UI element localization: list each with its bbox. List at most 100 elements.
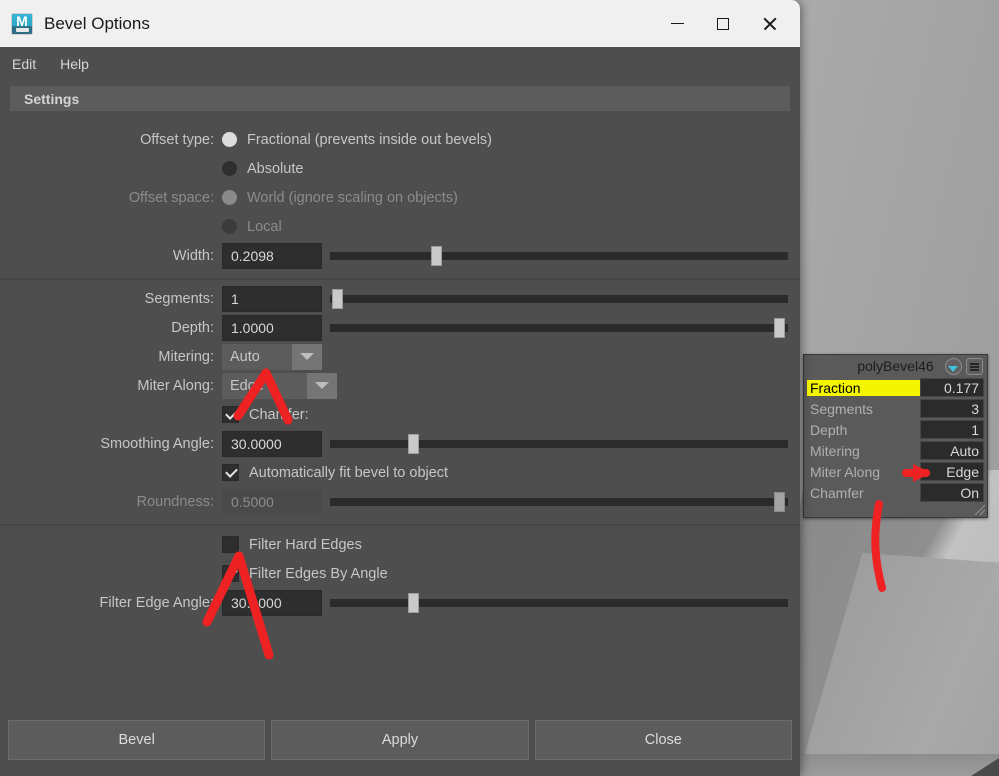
chevron-down-icon[interactable] — [292, 344, 322, 370]
filter-hard-edges-checkbox[interactable] — [222, 536, 239, 553]
segments-slider[interactable] — [330, 286, 788, 312]
channel-attr-name[interactable]: Depth — [807, 422, 920, 438]
mitering-label: Mitering: — [0, 349, 222, 365]
filter-group: Filter Hard Edges Filter Edges By Angle … — [0, 524, 800, 623]
settings-section-header[interactable]: Settings — [10, 86, 790, 111]
channel-row[interactable]: Depth 1 — [807, 419, 984, 440]
miter-along-dropdown[interactable]: Edge — [222, 373, 337, 399]
refresh-icon[interactable] — [945, 358, 962, 375]
depth-slider-knob[interactable] — [774, 318, 785, 338]
maya-icon — [11, 13, 33, 35]
channel-row[interactable]: Mitering Auto — [807, 440, 984, 461]
roundness-slider-knob — [774, 492, 785, 512]
channel-attr-value[interactable]: On — [920, 483, 984, 502]
offset-type-row-absolute[interactable]: Absolute — [0, 154, 800, 183]
channel-box-node-name: polyBevel46 — [857, 358, 933, 374]
auto-fit-checkbox[interactable] — [222, 464, 239, 481]
channel-attr-value[interactable]: Edge — [920, 462, 984, 481]
width-slider-knob[interactable] — [431, 246, 442, 266]
roundness-input: 0.5000 — [222, 489, 322, 515]
radio-world-label: World (ignore scaling on objects) — [247, 190, 458, 206]
radio-fractional[interactable] — [222, 132, 237, 147]
offset-space-label: Offset space: — [0, 190, 222, 206]
menu-bar: Edit Help — [0, 47, 800, 80]
depth-slider-track — [330, 324, 788, 332]
settings-form: Offset type: Fractional (prevents inside… — [0, 121, 800, 715]
segments-input[interactable]: 1 — [222, 286, 322, 312]
channel-attr-value[interactable]: Auto — [920, 441, 984, 460]
mitering-value: Auto — [222, 349, 290, 365]
chamfer-checkbox[interactable] — [222, 406, 239, 423]
chamfer-row[interactable]: Chamfer: — [0, 400, 800, 429]
channel-attr-name[interactable]: Miter Along — [807, 464, 920, 480]
segments-slider-knob[interactable] — [332, 289, 343, 309]
channel-box[interactable]: polyBevel46 Fraction 0.177 Segments 3 De… — [803, 354, 988, 518]
close-dialog-button[interactable]: Close — [535, 720, 792, 760]
channel-row[interactable]: Chamfer On — [807, 482, 984, 503]
filter-edge-angle-input[interactable]: 30.0000 — [222, 590, 322, 616]
radio-absolute-label: Absolute — [247, 161, 303, 177]
channel-row[interactable]: Fraction 0.177 — [807, 377, 984, 398]
width-row: Width: 0.2098 — [0, 241, 800, 270]
close-button[interactable] — [746, 0, 792, 47]
channel-attr-name[interactable]: Chamfer — [807, 485, 920, 501]
maximize-button[interactable] — [700, 0, 746, 47]
chevron-down-icon[interactable] — [307, 373, 337, 399]
smoothing-angle-slider[interactable] — [330, 431, 788, 457]
width-input[interactable]: 0.2098 — [222, 243, 322, 269]
channel-attr-name[interactable]: Fraction — [807, 380, 920, 396]
offset-type-row-fractional[interactable]: Offset type: Fractional (prevents inside… — [0, 125, 800, 154]
channel-row[interactable]: Miter Along Edge — [807, 461, 984, 482]
channel-attr-value[interactable]: 1 — [920, 420, 984, 439]
bevel-button[interactable]: Bevel — [8, 720, 265, 760]
segments-label: Segments: — [0, 291, 222, 307]
channel-attr-name[interactable]: Mitering — [807, 443, 920, 459]
filter-edges-by-angle-row[interactable]: Filter Edges By Angle — [0, 559, 800, 588]
filter-hard-edges-label: Filter Hard Edges — [249, 537, 362, 553]
minimize-button[interactable] — [654, 0, 700, 47]
depth-input[interactable]: 1.0000 — [222, 315, 322, 341]
smoothing-angle-row: Smoothing Angle: 30.0000 — [0, 429, 800, 458]
radio-world — [222, 190, 237, 205]
filter-edge-angle-label: Filter Edge Angle: — [0, 595, 222, 611]
channel-attr-name[interactable]: Segments — [807, 401, 920, 417]
mitering-dropdown[interactable]: Auto — [222, 344, 322, 370]
filter-edge-angle-slider[interactable] — [330, 590, 788, 616]
chamfer-label: Chamfer: — [249, 407, 309, 423]
channel-attr-value[interactable]: 3 — [920, 399, 984, 418]
filter-edge-angle-row: Filter Edge Angle: 30.0000 — [0, 588, 800, 617]
roundness-slider-track — [330, 498, 788, 506]
window-title: Bevel Options — [44, 14, 654, 34]
filter-edge-angle-slider-track — [330, 599, 788, 607]
width-slider[interactable] — [330, 243, 788, 269]
roundness-slider — [330, 489, 788, 515]
auto-fit-row[interactable]: Automatically fit bevel to object — [0, 458, 800, 487]
bevel-params-group: Segments: 1 Depth: 1.0000 Mitering: Auto — [0, 278, 800, 522]
miter-along-value: Edge — [222, 378, 305, 394]
title-bar[interactable]: Bevel Options — [0, 0, 800, 47]
apply-button[interactable]: Apply — [271, 720, 528, 760]
segments-row: Segments: 1 — [0, 284, 800, 313]
filter-edge-angle-slider-knob[interactable] — [408, 593, 419, 613]
dialog-button-bar: Bevel Apply Close — [0, 715, 800, 776]
close-icon — [762, 16, 777, 31]
radio-absolute[interactable] — [222, 161, 237, 176]
settings-label: Settings — [24, 91, 79, 107]
channel-attr-value[interactable]: 0.177 — [920, 378, 984, 397]
filter-edges-by-angle-checkbox[interactable] — [222, 565, 239, 582]
filter-hard-edges-row[interactable]: Filter Hard Edges — [0, 530, 800, 559]
viewport-corner — [971, 758, 999, 776]
radio-fractional-label: Fractional (prevents inside out bevels) — [247, 132, 492, 148]
offset-type-label: Offset type: — [0, 132, 222, 148]
smoothing-angle-input[interactable]: 30.0000 — [222, 431, 322, 457]
offset-space-row-local: Local — [0, 212, 800, 241]
auto-fit-label: Automatically fit bevel to object — [249, 465, 448, 481]
menu-help[interactable]: Help — [60, 56, 89, 72]
width-label: Width: — [0, 248, 222, 264]
smoothing-angle-slider-knob[interactable] — [408, 434, 419, 454]
menu-edit[interactable]: Edit — [12, 56, 36, 72]
channel-row[interactable]: Segments 3 — [807, 398, 984, 419]
menu-icon[interactable] — [966, 358, 983, 375]
resize-grip[interactable] — [975, 505, 985, 515]
depth-slider[interactable] — [330, 315, 788, 341]
